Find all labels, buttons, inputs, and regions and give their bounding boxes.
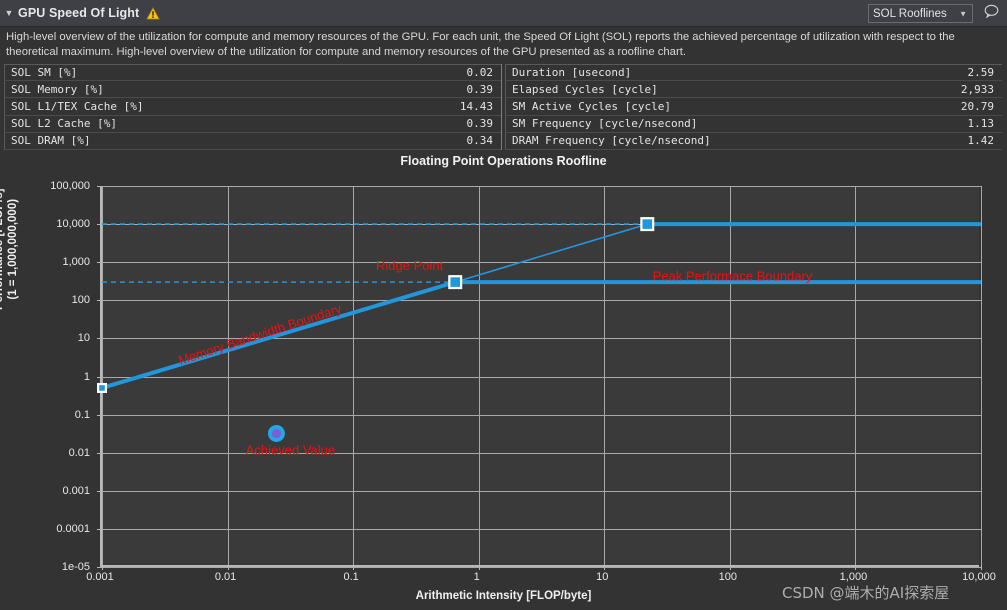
y-tick-label: 0.001 (62, 484, 90, 497)
metrics-table-right: Duration [usecond] 2.59 Elapsed Cycles [… (505, 64, 1002, 150)
achieved-value-marker-core[interactable] (271, 428, 282, 439)
x-tick-label: 0.001 (86, 571, 114, 583)
gridline-horizontal (102, 567, 981, 568)
section-description: High-level overview of the utilization f… (6, 31, 955, 58)
page-title: GPU Speed Of Light (18, 6, 140, 20)
x-tick-label: 10 (596, 571, 609, 583)
y-tick-label: 10 (77, 332, 90, 345)
metric-label: SOL Memory [%] (11, 82, 104, 96)
metric-value: 1.13 (967, 117, 995, 131)
y-axis-ticks: 100,000 10,000 1,000 100 10 1 0.1 0.01 0.001 0.00… (0, 180, 96, 573)
metrics-tables: SOL SM [%] 0.02 SOL Memory [%] 0.39 SOL … (4, 64, 1003, 150)
metric-label: SOL SM [%] (11, 66, 78, 80)
chart-marker-ridge-point-low[interactable] (448, 275, 463, 290)
roofline-select[interactable]: SOL Rooflines ▼ (868, 4, 973, 23)
x-tick-label: 0.01 (214, 571, 237, 583)
table-row[interactable]: SOL Memory [%] 0.39 (4, 81, 501, 99)
y-tick-label: 100,000 (50, 180, 90, 192)
x-tick-label: 1 (473, 571, 480, 583)
metric-label: SOL L1/TEX Cache [%] (11, 99, 144, 113)
chart-marker-ridge-point-high[interactable] (640, 217, 655, 232)
metric-value: 0.34 (466, 134, 494, 148)
annotation-ridge-point: Ridge Point (376, 258, 444, 273)
annotation-memory-bandwidth-boundary: Memory Bandwidth Boundary (177, 301, 344, 368)
y-tick-label: 1,000 (62, 256, 90, 269)
metric-value: 20.79 (960, 99, 994, 113)
gridline-vertical (981, 186, 982, 567)
y-tick-label: 0.01 (68, 446, 90, 459)
watermark: CSDN @端木的AI探索屋 (782, 584, 950, 602)
section-header: ▼ GPU Speed Of Light SOL Rooflines ▼ (0, 0, 1007, 27)
comment-bubble-icon[interactable] (981, 4, 1001, 23)
gpu-speed-of-light-panel: ▼ GPU Speed Of Light SOL Rooflines ▼ Hig… (0, 0, 1007, 610)
table-row[interactable]: SM Active Cycles [cycle] 20.79 (505, 98, 1002, 116)
metrics-table-left: SOL SM [%] 0.02 SOL Memory [%] 0.39 SOL … (4, 64, 501, 150)
x-tick-label: 10,000 (962, 571, 996, 583)
roofline-select-value: SOL Rooflines (873, 7, 947, 20)
annotation-peak-performance-boundary: Peak Performace Boundary (653, 269, 813, 284)
metric-value: 0.02 (466, 66, 494, 80)
table-row[interactable]: SOL SM [%] 0.02 (4, 64, 501, 82)
table-row[interactable]: Elapsed Cycles [cycle] 2,933 (505, 81, 1002, 99)
chart-marker-origin-marker[interactable] (97, 382, 107, 393)
header-controls: SOL Rooflines ▼ (868, 0, 1001, 27)
warning-triangle-icon (146, 6, 161, 20)
table-column-divider (501, 64, 502, 150)
metric-value: 0.39 (466, 82, 494, 96)
chart-title: Floating Point Operations Roofline (400, 154, 607, 168)
metric-label: Elapsed Cycles [cycle] (512, 82, 658, 96)
y-tick-label: 1 (83, 370, 90, 383)
metric-label: Duration [usecond] (512, 66, 632, 80)
metric-value: 1.42 (967, 134, 995, 148)
metric-label: SOL DRAM [%] (11, 134, 91, 148)
y-tick-label: 100 (71, 294, 90, 307)
metric-label: SOL L2 Cache [%] (11, 117, 117, 131)
x-tick-label: 100 (718, 571, 738, 583)
metric-value: 0.39 (466, 117, 494, 131)
metric-value: 2,933 (960, 82, 994, 96)
metric-label: DRAM Frequency [cycle/nsecond] (512, 134, 711, 148)
table-row[interactable]: Duration [usecond] 2.59 (505, 64, 1002, 82)
collapse-arrow-icon[interactable]: ▼ (0, 0, 18, 27)
roofline-chart: Floating Point Operations Roofline Perfo… (0, 150, 1007, 610)
annotation-achieved-value: Achieved Value (246, 442, 335, 457)
metric-label: SM Frequency [cycle/nsecond] (512, 117, 698, 131)
metric-value: 14.43 (459, 99, 493, 113)
metric-value: 2.59 (967, 66, 995, 80)
plot-area[interactable]: Memory Bandwidth Boundary Ridge Point Peak… (97, 186, 982, 570)
y-tick-label: 0.1 (74, 408, 90, 421)
table-row[interactable]: SM Frequency [cycle/nsecond] 1.13 (505, 115, 1002, 133)
table-row[interactable]: SOL L2 Cache [%] 0.39 (4, 115, 501, 133)
table-row[interactable]: SOL L1/TEX Cache [%] 14.43 (4, 98, 501, 116)
metric-label: SM Active Cycles [cycle] (512, 99, 671, 113)
roofline-segment (454, 223, 648, 283)
x-tick-label: 0.1 (343, 571, 359, 583)
roofline-series-layer: Memory Bandwidth Boundary Ridge Point Peak… (97, 217, 981, 457)
chevron-down-icon: ▼ (959, 9, 967, 18)
table-row[interactable]: SOL DRAM [%] 0.34 (4, 132, 501, 150)
y-tick-label: 10,000 (56, 218, 90, 231)
y-tick-label: 0.0001 (56, 522, 90, 535)
table-row[interactable]: DRAM Frequency [cycle/nsecond] 1.42 (505, 132, 1002, 150)
